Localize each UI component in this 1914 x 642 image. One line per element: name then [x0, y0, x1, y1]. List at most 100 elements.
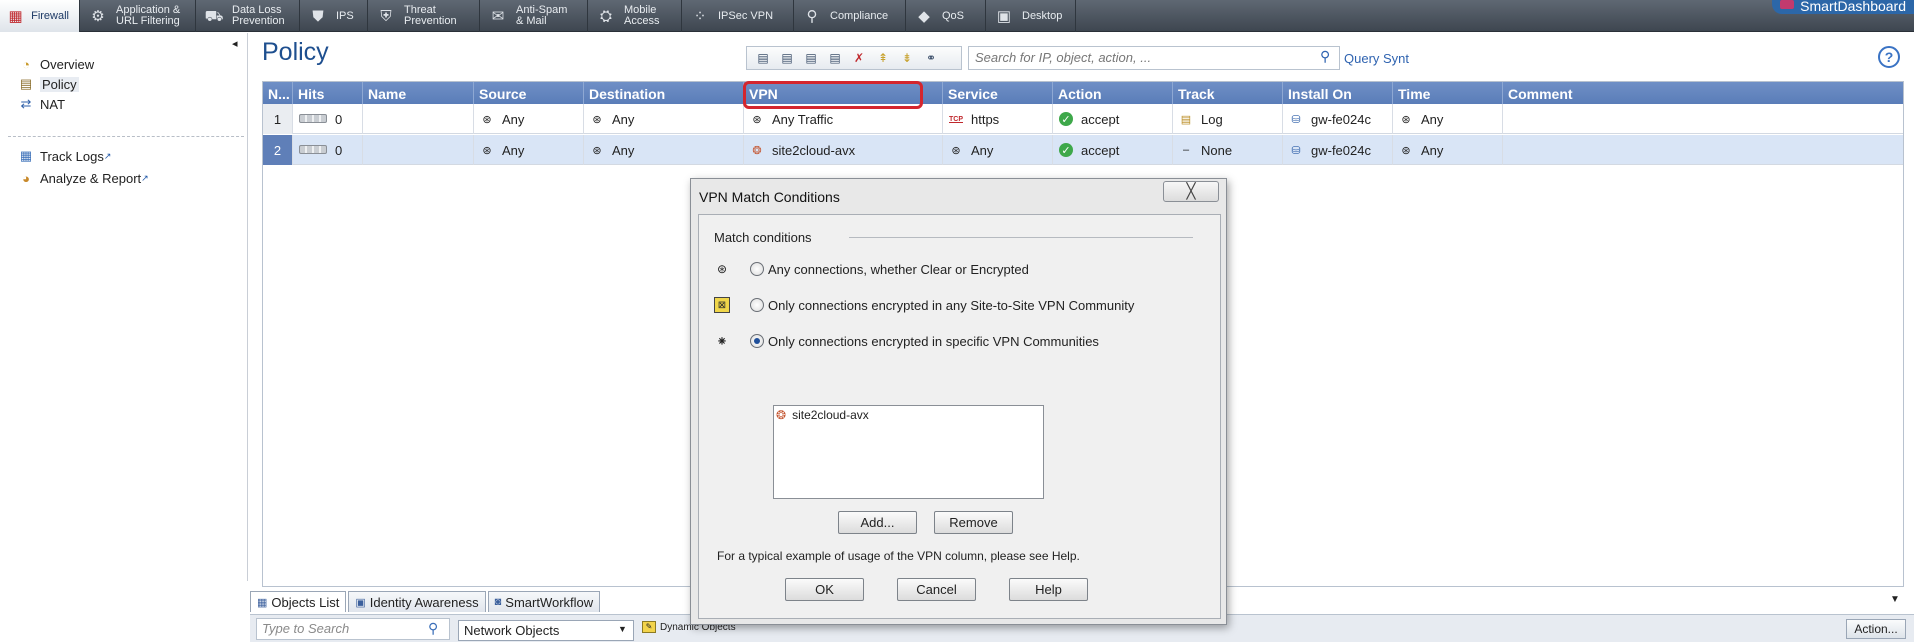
- any-icon: ⊛: [1401, 113, 1411, 126]
- destination-cell: ⊛ Any: [584, 104, 744, 134]
- table-row[interactable]: 1 0 ⊛ Any ⊛ Any ⊛ Any Traffic TCP https ✓ acc…: [263, 104, 1903, 134]
- search-icon[interactable]: ⚲: [428, 620, 438, 637]
- tab-anti-spam-mail[interactable]: ✉ Anti-Spam & Mail: [480, 0, 588, 32]
- tab-firewall[interactable]: ▦ Firewall: [0, 0, 80, 32]
- link-analyze-report[interactable]: ◕ Analyze & Report ↗: [16, 169, 149, 187]
- install-on-cell: ⛁ gw-fe024c: [1283, 104, 1393, 134]
- hits-cell: 0: [293, 104, 363, 134]
- vpn-icon: ⁘: [693, 7, 707, 25]
- link-label: Analyze & Report: [40, 170, 142, 186]
- service-value: Any: [971, 143, 994, 158]
- tab-label: Compliance: [830, 9, 889, 22]
- column-header[interactable]: Install On: [1283, 82, 1393, 104]
- policy-search-input[interactable]: Search for IP, object, action, ...: [968, 46, 1340, 70]
- column-header[interactable]: Track: [1173, 82, 1283, 104]
- add-section-below-icon[interactable]: ⇟: [895, 48, 919, 68]
- vpn-value: site2cloud-avx: [772, 143, 856, 158]
- objects-search-input[interactable]: Type to Search: [256, 618, 450, 640]
- option-any-connections[interactable]: ⊛ Any connections, whether Clear or Encr…: [714, 261, 1029, 277]
- desktop-icon: ▣: [996, 7, 1012, 25]
- column-header[interactable]: Service: [943, 82, 1053, 104]
- close-button[interactable]: ╳: [1163, 181, 1219, 202]
- tab-ips[interactable]: ⛊ IPS: [300, 0, 368, 32]
- tab-smartworkflow[interactable]: ◙ SmartWorkflow: [487, 591, 601, 612]
- add-rule-below-icon[interactable]: ▤: [775, 48, 799, 68]
- action-button[interactable]: Action...: [1846, 619, 1906, 639]
- any-icon: ⊛: [592, 113, 602, 126]
- vpn-community-icon: ❂: [752, 144, 762, 157]
- hits-bar-icon: [299, 145, 327, 154]
- hits-value: 0: [335, 112, 343, 127]
- query-syntax-link[interactable]: Query Synt: [1344, 51, 1409, 66]
- dynamic-objects-icon: ✎: [642, 621, 656, 633]
- add-rule-bottom-icon[interactable]: ▤: [823, 48, 847, 68]
- rule-number: 2: [263, 135, 293, 165]
- policy-toolbar: ▤ ▤ ▤ ▤ ✗ ⇞ ⇟ ⚭: [746, 46, 962, 70]
- cancel-button[interactable]: Cancel: [897, 578, 976, 601]
- time-cell: ⊛ Any: [1393, 135, 1503, 165]
- vpn-communities-list[interactable]: ❂ site2cloud-avx: [773, 405, 1044, 499]
- option-specific-communities[interactable]: ⁕ Only connections encrypted in specific…: [714, 333, 1099, 349]
- tab-compliance[interactable]: ⚲ Compliance: [794, 0, 906, 32]
- nav-overview[interactable]: ◔ Overview: [16, 55, 94, 73]
- help-button[interactable]: Help: [1009, 578, 1088, 601]
- tab-qos[interactable]: ◆ QoS: [906, 0, 986, 32]
- tab-label: Anti-Spam & Mail: [516, 4, 568, 27]
- radio-specific-communities[interactable]: [750, 334, 764, 348]
- remove-button[interactable]: Remove: [934, 511, 1013, 534]
- nav-separator: [8, 136, 244, 137]
- vpn-column-highlight: [743, 81, 923, 109]
- tab-identity-awareness[interactable]: ▣ Identity Awareness: [348, 591, 486, 612]
- tab-label: Threat Prevention: [404, 4, 457, 27]
- nav-nat[interactable]: ⇄ NAT: [16, 95, 66, 113]
- collapse-pane-icon[interactable]: ◂: [232, 37, 238, 50]
- tab-ipsec-vpn[interactable]: ⁘ IPSec VPN: [682, 0, 794, 32]
- tab-desktop[interactable]: ▣ Desktop: [986, 0, 1076, 32]
- nav-label: Policy: [40, 76, 79, 92]
- radio-any-site-to-site[interactable]: [750, 298, 764, 312]
- action-value: accept: [1081, 112, 1120, 127]
- policy-icon: ▤: [19, 76, 33, 91]
- column-header[interactable]: Time: [1393, 82, 1503, 104]
- action-cell: ✓ accept: [1053, 104, 1173, 134]
- add-rule-top-icon[interactable]: ▤: [751, 48, 775, 68]
- tab-objects-list[interactable]: ▦ Objects List: [250, 591, 347, 612]
- table-row[interactable]: 2 0 ⊛ Any ⊛ Any ❂ site2cloud-avx ⊛ Any ✓ acce…: [263, 135, 1903, 165]
- network-objects-select[interactable]: Network Objects: [458, 620, 634, 641]
- search-icon[interactable]: ⚲: [1320, 48, 1330, 65]
- dropdown-arrow-icon[interactable]: ▼: [618, 624, 627, 634]
- tab-mobile-access[interactable]: ⛭ Mobile Access: [588, 0, 682, 32]
- tab-application-url-filtering[interactable]: ⚙ Application & URL Filtering: [80, 0, 196, 32]
- radio-any-connections[interactable]: [750, 262, 764, 276]
- column-header[interactable]: N...: [263, 82, 293, 104]
- column-header[interactable]: Destination: [584, 82, 744, 104]
- ok-button[interactable]: OK: [785, 578, 864, 601]
- option-any-site-to-site[interactable]: ⊠ Only connections encrypted in any Site…: [714, 297, 1134, 313]
- column-header[interactable]: Source: [474, 82, 584, 104]
- column-header[interactable]: Hits: [293, 82, 363, 104]
- add-section-above-icon[interactable]: ⇞: [871, 48, 895, 68]
- delete-rule-icon[interactable]: ✗: [847, 48, 871, 68]
- find-icon[interactable]: ⚭: [919, 48, 943, 68]
- install-on-value: gw-fe024c: [1311, 143, 1371, 158]
- add-rule-above-icon[interactable]: ▤: [799, 48, 823, 68]
- tcp-service-icon: TCP: [949, 115, 963, 123]
- page-title: Policy: [262, 38, 329, 66]
- column-header[interactable]: Comment: [1503, 82, 1903, 104]
- help-icon[interactable]: ?: [1878, 46, 1900, 68]
- nav-policy[interactable]: ▤ Policy: [16, 75, 79, 93]
- table-header: N... Hits Name Source Destination VPN Se…: [263, 82, 1903, 104]
- any-icon: ⊛: [951, 144, 961, 157]
- option-label: Any connections, whether Clear or Encryp…: [768, 261, 1029, 277]
- tab-data-loss-prevention[interactable]: ⛟ Data Loss Prevention: [196, 0, 300, 32]
- list-item[interactable]: ❂ site2cloud-avx: [774, 408, 869, 422]
- add-button[interactable]: Add...: [838, 511, 917, 534]
- none-icon: –: [1182, 144, 1190, 156]
- column-header[interactable]: Name: [363, 82, 474, 104]
- link-track-logs[interactable]: ▦ Track Logs ↗: [16, 147, 112, 165]
- ips-shield-icon: ⛊: [312, 7, 324, 25]
- tab-threat-prevention[interactable]: ⛨ Threat Prevention: [368, 0, 480, 32]
- blade-toolbar: ▦ Firewall ⚙ Application & URL Filtering…: [0, 0, 1914, 32]
- chevron-down-icon[interactable]: ▼: [1890, 594, 1900, 605]
- column-header[interactable]: Action: [1053, 82, 1173, 104]
